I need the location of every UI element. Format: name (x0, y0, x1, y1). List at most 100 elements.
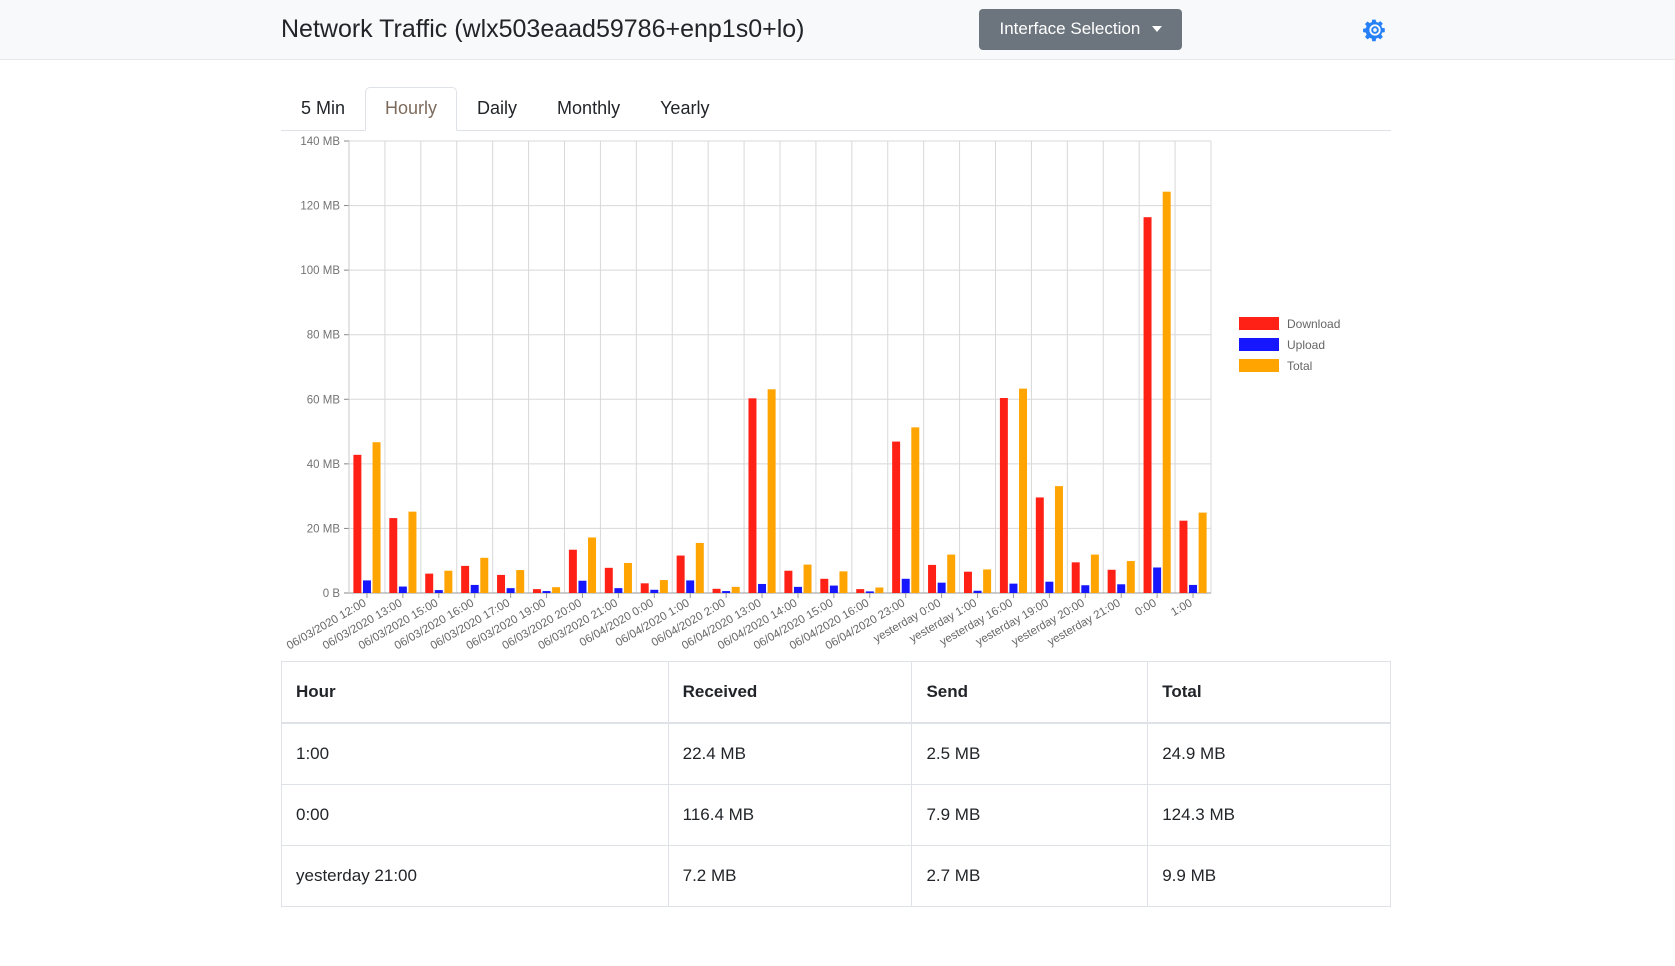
bar-download[interactable] (532, 589, 541, 593)
bar-total[interactable] (911, 427, 920, 593)
bar-upload[interactable] (1153, 567, 1162, 593)
bar-total[interactable] (1126, 561, 1135, 593)
time-range-tabs: 5 Min Hourly Daily Monthly Yearly (281, 85, 1391, 131)
bar-download[interactable] (856, 589, 865, 593)
bar-total[interactable] (588, 537, 597, 593)
bar-total[interactable] (372, 442, 381, 593)
bar-total[interactable] (552, 587, 561, 593)
legend-swatch-upload[interactable] (1239, 338, 1279, 351)
bar-upload[interactable] (829, 585, 838, 593)
legend-swatch-total[interactable] (1239, 359, 1279, 372)
bar-upload[interactable] (1189, 584, 1198, 593)
bar-download[interactable] (748, 398, 757, 593)
legend-label-download: Download (1287, 317, 1340, 331)
bar-download[interactable] (928, 564, 937, 593)
cell-hour: 0:00 (281, 784, 669, 846)
y-tick-label: 0 B (323, 588, 341, 600)
bar-download[interactable] (353, 454, 362, 593)
bar-upload[interactable] (542, 591, 551, 593)
bar-download[interactable] (497, 574, 506, 593)
bar-download[interactable] (676, 555, 685, 593)
bar-upload[interactable] (722, 591, 731, 593)
tab-daily[interactable]: Daily (457, 87, 537, 131)
column-header-received[interactable]: Received (667, 661, 913, 724)
bar-upload[interactable] (578, 580, 587, 593)
settings-gear-button[interactable] (1362, 17, 1388, 43)
bar-download[interactable] (640, 583, 649, 593)
bar-download[interactable] (389, 518, 398, 593)
bar-upload[interactable] (614, 588, 623, 593)
bar-total[interactable] (659, 580, 668, 593)
bar-upload[interactable] (686, 580, 695, 593)
bar-download[interactable] (784, 570, 793, 593)
bar-download[interactable] (461, 565, 470, 593)
hourly-traffic-table: Hour Received Send Total 1:00 22.4 MB 2.5 … (281, 661, 1391, 907)
bar-total[interactable] (1054, 486, 1063, 593)
bar-upload[interactable] (865, 591, 874, 593)
bar-total[interactable] (875, 587, 884, 593)
tab-hourly[interactable]: Hourly (365, 87, 458, 131)
bar-total[interactable] (803, 564, 812, 593)
bar-total[interactable] (516, 570, 525, 593)
bar-total[interactable] (839, 571, 848, 593)
legend-swatch-download[interactable] (1239, 317, 1279, 330)
cell-send: 7.9 MB (911, 784, 1149, 846)
interface-selection-button[interactable]: Interface Selection (979, 9, 1183, 50)
bar-download[interactable] (1179, 520, 1188, 593)
bar-total[interactable] (695, 542, 704, 593)
bar-upload[interactable] (758, 583, 767, 593)
bar-download[interactable] (963, 571, 972, 593)
bar-upload[interactable] (506, 588, 515, 593)
bar-total[interactable] (731, 586, 740, 593)
table-row: 1:00 22.4 MB 2.5 MB 24.9 MB (281, 722, 1391, 785)
bar-download[interactable] (425, 573, 434, 593)
bar-download[interactable] (604, 567, 613, 593)
tab-monthly[interactable]: Monthly (537, 87, 640, 131)
tab-yearly[interactable]: Yearly (640, 87, 729, 131)
bar-download[interactable] (1107, 569, 1116, 593)
bar-download[interactable] (568, 549, 577, 593)
bar-download[interactable] (999, 397, 1008, 593)
bar-total[interactable] (623, 562, 632, 593)
bar-download[interactable] (820, 578, 829, 593)
bar-total[interactable] (947, 554, 956, 593)
bar-total[interactable] (767, 389, 776, 593)
bar-download[interactable] (892, 441, 901, 593)
bar-download[interactable] (1071, 562, 1080, 593)
bar-total[interactable] (983, 569, 992, 593)
bar-upload[interactable] (398, 586, 407, 593)
bar-download[interactable] (712, 588, 721, 593)
bar-upload[interactable] (937, 582, 946, 593)
bar-total[interactable] (1162, 191, 1171, 593)
bar-total[interactable] (1198, 512, 1207, 593)
bar-download[interactable] (1035, 497, 1044, 593)
bar-total[interactable] (444, 570, 453, 593)
bar-total[interactable] (408, 511, 417, 593)
bar-upload[interactable] (1081, 585, 1090, 593)
y-tick-label: 140 MB (300, 136, 340, 148)
column-header-total[interactable]: Total (1147, 661, 1391, 724)
bar-upload[interactable] (1045, 581, 1054, 593)
column-header-hour[interactable]: Hour (281, 661, 669, 724)
bar-upload[interactable] (1009, 583, 1018, 593)
bar-download[interactable] (1143, 217, 1152, 593)
bar-upload[interactable] (362, 580, 371, 593)
y-tick-label: 40 MB (307, 459, 341, 471)
bar-upload[interactable] (434, 590, 443, 593)
cell-received: 116.4 MB (667, 784, 913, 846)
column-header-send[interactable]: Send (911, 661, 1149, 724)
bar-upload[interactable] (973, 590, 982, 593)
bar-upload[interactable] (793, 586, 802, 593)
bar-upload[interactable] (901, 578, 910, 593)
bar-upload[interactable] (650, 589, 659, 593)
bar-total[interactable] (480, 557, 489, 593)
y-tick-label: 100 MB (300, 265, 340, 277)
bar-upload[interactable] (1117, 584, 1126, 593)
bar-upload[interactable] (470, 584, 479, 593)
network-traffic-chart: 140 MB 120 MB 100 MB 80 MB 60 MB 40 MB 20 MB 0 … (281, 131, 1391, 661)
bar-total[interactable] (1090, 554, 1099, 593)
tab-5-min[interactable]: 5 Min (281, 87, 365, 131)
y-tick-label: 120 MB (300, 201, 340, 213)
table-head: Hour Received Send Total (281, 661, 1391, 724)
bar-total[interactable] (1019, 388, 1028, 593)
